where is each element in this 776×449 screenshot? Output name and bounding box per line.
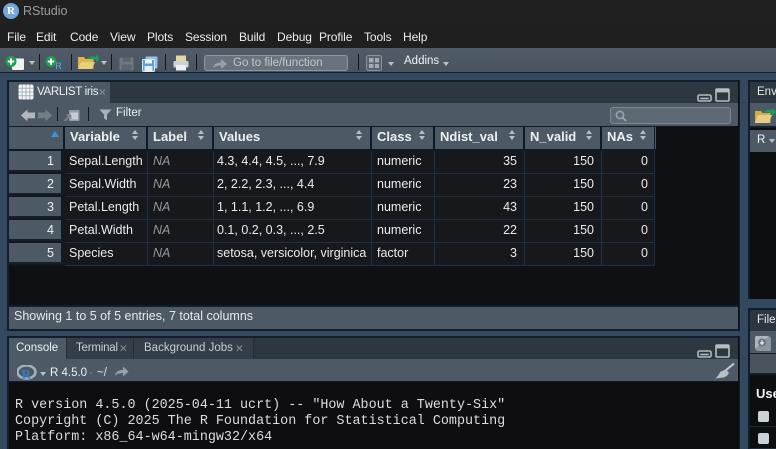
- svg-text:R: R: [22, 367, 32, 381]
